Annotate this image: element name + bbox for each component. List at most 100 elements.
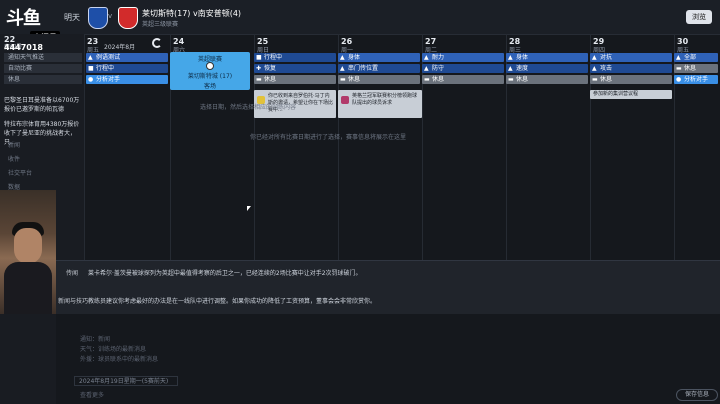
event-30-1[interactable]: ▲ 全部 [674,53,718,62]
event-label: 休息 [516,76,529,83]
event-26-3[interactable]: ▬ 休息 [338,75,420,84]
event-25-1[interactable]: ■ 行程中 [254,53,336,62]
event-28-1[interactable]: ▲ 身体 [506,53,588,62]
event-26-2[interactable]: ▲ 串门传位置 [338,64,420,73]
event-29-3[interactable]: ▬ 休息 [590,75,672,84]
rest-icon: ▬ [676,65,682,72]
training-icon: ▲ [592,54,597,61]
hint-text: 选择日期，然后选择相应的训练内容 [200,104,297,111]
nav-inbox[interactable]: 收件 [8,154,20,163]
rest-icon: ▬ [508,76,514,83]
chat-message: 巴黎圣日耳曼准备以6700万报价已邀罗斯的帕瓦德 [4,97,80,113]
mouse-cursor-icon [247,206,251,211]
douyu-logo: 斗鱼 [6,8,41,29]
home-team-crest-icon [88,7,108,29]
event-label: 行程中 [264,54,283,61]
event-29-2[interactable]: ▲ 攻击 [590,64,672,73]
event-label: 行程中 [96,65,115,72]
event-26-1[interactable]: ▲ 身体 [338,53,420,62]
news-text-tips[interactable]: 教练员建议你考虑最好的办法是在一线队中进行调整。如果你成功的降低了工资预算，董事… [88,296,376,305]
event-label: 身体 [348,54,361,61]
match-subtitle: 英超三级联赛 [142,21,179,28]
training-icon: ▲ [340,65,345,72]
card-text: 英格兰冠军联赛积分榜领跑球队提出的球员诉求 [352,93,418,106]
event-label: 休息 [684,65,697,72]
event-label: 攻击 [600,65,613,72]
event-label: 休息 [432,76,445,83]
event-23-1[interactable]: ▲ 例语测试 [86,53,168,62]
event-25-3[interactable]: ▬ 休息 [254,75,336,84]
news-text-rumour[interactable]: 莱卡希尔·盖茨曼被球探列为英超中最值得考察的后卫之一，已经连续的2场比赛中让对手… [88,268,362,277]
day-label: 明天 [64,13,80,22]
event-label: 分析对手 [684,76,709,83]
left-row-auto-match[interactable]: 自动比赛 [4,64,82,73]
bus-icon: ■ [256,54,262,61]
event-label: 耐力 [432,54,445,61]
room-number: 4447018 [4,43,43,52]
training-icon: ▲ [424,65,429,72]
rest-icon: ▬ [592,76,598,83]
date-selector[interactable]: 2024年8月19日星期一(5赛前天) [74,376,178,386]
event-label: 休息 [348,76,361,83]
news-label-rumour: 传闻 [66,270,79,277]
notification-card[interactable]: 英格兰冠军联赛积分榜领跑球队提出的球员诉求 [338,90,422,118]
notification-card[interactable]: 参加新的集训营议程 [590,90,672,99]
event-28-3[interactable]: ▬ 休息 [506,75,588,84]
browse-button[interactable]: 浏览 [686,10,712,24]
event-label: 速度 [516,65,529,72]
away-team-crest-icon [118,7,138,29]
bus-icon: ■ [88,65,94,72]
news-label-tips: 新闻与技巧 [58,298,89,305]
event-27-3[interactable]: ▬ 休息 [422,75,504,84]
event-27-2[interactable]: ▲ 防守 [422,64,504,73]
event-label: 全部 [684,54,697,61]
match-opponent: 莱切斯特城 (17) [187,73,233,80]
webcam-streamer-body [4,262,52,314]
left-row-weather[interactable]: 通知天气推送 [4,53,82,62]
training-icon: ▲ [508,65,513,72]
match-title[interactable]: 莱切斯特(17) v南安普顿(4) [142,8,241,19]
nav-news[interactable]: 新闻 [8,140,20,149]
club-badge-icon [341,96,349,104]
save-info-button[interactable]: 保存信息 [676,389,718,401]
inbox-item[interactable]: 外援：球员联系中的最新消息 [80,354,158,363]
event-25-2[interactable]: ✚ 恢复 [254,64,336,73]
rest-icon: ▬ [256,76,262,83]
event-23-3[interactable]: ● 分析对手 [86,75,168,84]
training-icon: ▲ [424,54,429,61]
event-23-2[interactable]: ■ 行程中 [86,64,168,73]
view-more-link[interactable]: 查看更多 [80,390,104,399]
recovery-icon: ✚ [256,65,262,72]
training-icon: ▲ [340,54,345,61]
webcam-streamer-face [14,228,42,264]
event-label: 防守 [432,65,445,72]
nav-social[interactable]: 社交平台 [8,168,32,177]
left-row-rest[interactable]: 休息 [4,75,82,84]
football-icon [206,62,214,70]
event-label: 休息 [600,76,613,83]
event-label: 身体 [516,54,529,61]
event-30-2[interactable]: ▬ 休息 [674,64,718,73]
vs-label: v [108,12,113,20]
card-text: 参加新的集训营议程 [593,91,639,97]
event-29-1[interactable]: ▲ 对抗 [590,53,672,62]
analysis-icon: ● [676,76,682,83]
inbox-item[interactable]: 通知：新闻 [80,334,110,343]
training-icon: ▲ [676,54,681,61]
training-icon: ▲ [88,54,93,61]
event-30-3[interactable]: ● 分析对手 [674,75,718,84]
rest-icon: ▬ [424,76,430,83]
rest-icon: ▬ [340,76,346,83]
event-label: 对抗 [600,54,613,61]
hint-text: 你已经对所有比赛日期进行了选择，赛事信息将展示在这里 [250,134,407,141]
event-label: 恢复 [264,65,277,72]
event-label: 例语测试 [96,54,121,61]
event-label: 串门传位置 [348,65,379,72]
event-label: 分析对手 [96,76,121,83]
analysis-icon: ● [88,76,94,83]
training-icon: ▲ [592,65,597,72]
inbox-item[interactable]: 天气：训练场的最新消息 [80,344,146,353]
event-label: 休息 [264,76,277,83]
event-28-2[interactable]: ▲ 速度 [506,64,588,73]
event-27-1[interactable]: ▲ 耐力 [422,53,504,62]
